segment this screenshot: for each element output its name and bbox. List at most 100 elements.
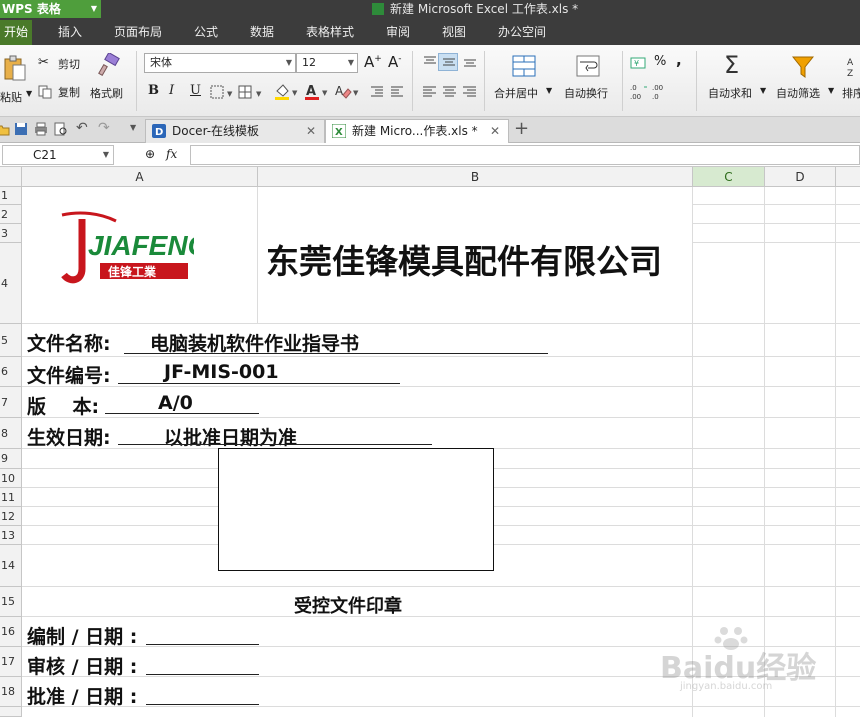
decrease-font-icon[interactable]: A- (388, 53, 402, 71)
font-name-select[interactable]: 宋体 ▼ (144, 53, 296, 73)
column-header-b[interactable]: B (258, 167, 693, 187)
version-value: A/0 (158, 392, 193, 414)
font-size-select[interactable]: 12 ▼ (296, 53, 358, 73)
merge-center-button[interactable]: 合并居中 ▼ (492, 51, 554, 109)
align-right-icon[interactable] (462, 85, 478, 99)
cell-reference: C21 (33, 148, 57, 162)
increase-font-icon[interactable]: A+ (364, 53, 382, 71)
row-header[interactable]: 17 (0, 647, 22, 677)
column-header-e[interactable] (836, 167, 860, 187)
row-header[interactable]: 5 (0, 324, 22, 357)
underline-button[interactable]: U (190, 83, 201, 98)
folder-open-icon[interactable] (0, 122, 10, 136)
paste-button[interactable]: 粘贴 ▼ (0, 49, 34, 115)
row-header[interactable]: 4 (0, 243, 22, 324)
currency-format-icon[interactable]: ¥ (630, 55, 650, 71)
tab-view[interactable]: 视图 (442, 20, 466, 45)
column-header-c[interactable]: C (693, 167, 765, 187)
save-icon[interactable] (14, 122, 28, 136)
row-header[interactable]: 10 (0, 469, 22, 488)
controlled-document-stamp-label: 受控文件印章 (294, 596, 402, 617)
border-icon[interactable]: ▼ (210, 85, 236, 99)
tab-insert[interactable]: 插入 (58, 20, 82, 45)
sort-button[interactable]: AZ 排序 (840, 51, 860, 109)
increase-decimal-icon[interactable]: .0.00 (630, 83, 650, 101)
tab-current-workbook[interactable]: X 新建 Micro...作表.xls * ✕ (325, 119, 509, 143)
tab-office-space[interactable]: 办公空间 (498, 20, 546, 45)
align-center-icon[interactable] (442, 85, 458, 99)
gridline (693, 223, 860, 224)
ribbon-separator (622, 51, 623, 111)
formula-input[interactable] (190, 145, 860, 165)
tab-home[interactable]: 开始 (0, 20, 33, 45)
tab-review[interactable]: 审阅 (386, 20, 410, 45)
bold-button[interactable]: B (148, 83, 159, 98)
wrap-text-button[interactable]: 自动换行 (560, 51, 618, 109)
copy-icon (38, 85, 52, 99)
new-tab-plus-icon[interactable]: + (514, 118, 529, 139)
copy-button[interactable]: 复制 (38, 83, 88, 101)
clear-format-icon[interactable]: A ▼ (334, 83, 362, 101)
percent-button[interactable]: % (654, 54, 666, 69)
row-header[interactable]: 7 (0, 387, 22, 418)
row-header[interactable]: 12 (0, 507, 22, 526)
row-header[interactable]: 18 (0, 677, 22, 707)
row-header[interactable]: 11 (0, 488, 22, 507)
svg-text:A: A (306, 84, 316, 99)
comma-button[interactable]: , (676, 51, 682, 69)
table-border-icon[interactable]: ▼ (238, 85, 266, 99)
align-bottom-icon[interactable] (462, 55, 478, 69)
select-all-corner[interactable] (0, 167, 22, 187)
fx-button[interactable]: fx (166, 147, 177, 161)
decrease-decimal-icon[interactable]: .00.0 (652, 83, 672, 101)
close-icon[interactable]: ✕ (490, 120, 500, 142)
chevron-down-icon[interactable]: ▼ (130, 123, 136, 132)
fill-color-icon[interactable]: ▼ (274, 83, 302, 101)
indent-icon[interactable] (370, 85, 384, 99)
wrap-text-icon (576, 55, 600, 77)
column-header-a[interactable]: A (22, 167, 258, 187)
logo-wordmark: JIAFENG (88, 230, 194, 261)
close-icon[interactable]: ✕ (306, 120, 316, 142)
name-box[interactable]: C21 ▼ (2, 145, 114, 165)
wrap-text-label: 自动换行 (564, 87, 608, 100)
row-header[interactable]: 6 (0, 357, 22, 387)
undo-icon[interactable]: ↶ (76, 120, 88, 136)
row-header[interactable]: 2 (0, 205, 22, 224)
tab-page-layout[interactable]: 页面布局 (114, 20, 162, 45)
autofilter-button[interactable]: 自动筛选 ▼ (772, 51, 836, 109)
row-header[interactable]: 14 (0, 545, 22, 587)
tab-data[interactable]: 数据 (250, 20, 274, 45)
align-top-icon[interactable] (422, 55, 438, 69)
wps-app-menu-button[interactable]: WPS 表格 ▼ (0, 0, 101, 18)
row-header[interactable]: 13 (0, 526, 22, 545)
row-header[interactable]: 8 (0, 418, 22, 449)
row-header[interactable]: 15 (0, 587, 22, 617)
column-header-d[interactable]: D (765, 167, 836, 187)
tab-table-style[interactable]: 表格样式 (306, 20, 354, 45)
redo-icon[interactable]: ↷ (98, 120, 110, 136)
format-painter-button[interactable]: 格式刷 (90, 51, 130, 107)
outdent-icon[interactable] (390, 85, 404, 99)
row-header[interactable]: 9 (0, 449, 22, 469)
row-header[interactable]: 16 (0, 617, 22, 647)
zoom-magnifier-icon[interactable]: ⊕ (145, 147, 155, 161)
print-icon[interactable] (34, 122, 48, 136)
row-header[interactable]: 1 (0, 187, 22, 205)
tab-docer-templates[interactable]: D Docer-在线模板 ✕ (145, 119, 325, 143)
cut-button[interactable]: ✂ 剪切 (38, 55, 88, 73)
row-header[interactable]: 3 (0, 224, 22, 243)
autosum-button[interactable]: Σ 自动求和 ▼ (704, 51, 768, 109)
font-color-icon[interactable]: A ▼ (304, 83, 332, 101)
window-title-text: 新建 Microsoft Excel 工作表.xls * (390, 2, 579, 16)
align-left-icon[interactable] (422, 85, 438, 99)
align-middle-button[interactable] (438, 53, 458, 71)
print-preview-icon[interactable] (54, 122, 68, 136)
tab-workbook-label: 新建 Micro...作表.xls * (352, 124, 478, 138)
chevron-down-icon: ▼ (760, 86, 767, 95)
row-header[interactable] (0, 707, 22, 717)
effective-date-value: 以批准日期为准 (164, 427, 298, 449)
tab-formulas[interactable]: 公式 (194, 20, 218, 45)
gridline (693, 242, 860, 243)
italic-button[interactable]: I (169, 83, 174, 98)
